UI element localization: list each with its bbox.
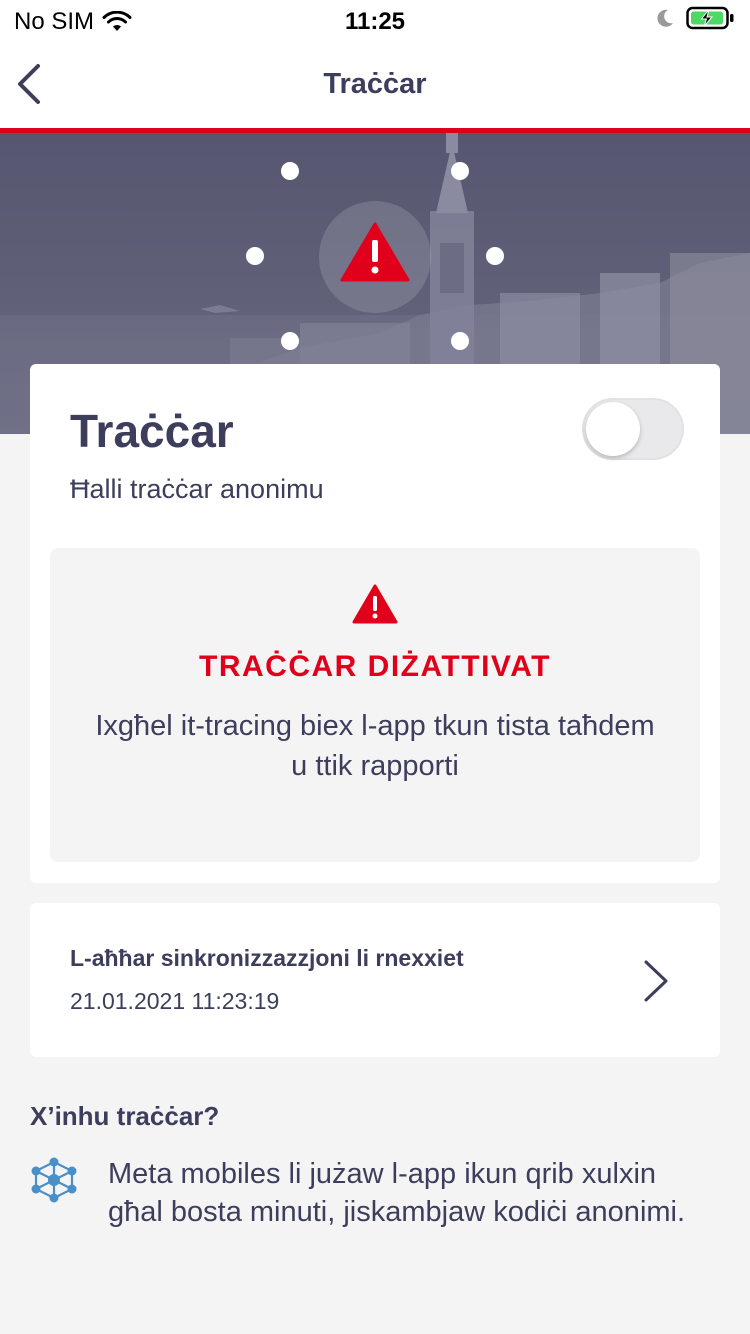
last-sync-card[interactable]: L-aħħar sinkronizzazzjoni li rnexxiet 21…: [30, 903, 720, 1057]
last-sync-label: L-aħħar sinkronizzazzjoni li rnexxiet: [70, 945, 464, 971]
hero-dot: [486, 247, 504, 265]
hero-dot: [246, 247, 264, 265]
tracing-toggle[interactable]: [582, 398, 684, 460]
warning-icon: [340, 222, 410, 282]
tracing-status-title: TRAĊĊAR DIŻATTIVAT: [199, 650, 551, 683]
warning-icon: [352, 584, 398, 624]
toggle-knob: [586, 402, 640, 456]
hero-dot: [281, 162, 299, 180]
hero-dot: [451, 162, 469, 180]
status-right: [654, 6, 736, 30]
tracing-status-box: TRAĊĊAR DIŻATTIVAT Ixgħel it-tracing bie…: [50, 548, 700, 862]
tracing-subtitle: Ħalli traċċar anonimu: [70, 474, 324, 504]
hero-dot: [451, 332, 469, 350]
status-time: 11:25: [344, 8, 406, 35]
info-heading: X’inhu traċċar?: [30, 1101, 220, 1131]
hero-dot: [281, 332, 299, 350]
tracing-card: Traċċar Ħalli traċċar anonimu TRAĊĊAR DI…: [30, 364, 720, 883]
chevron-right-icon: [644, 960, 668, 1002]
network-icon: [31, 1157, 77, 1203]
status-bar: No SIM 11:25: [0, 0, 750, 40]
tracing-title: Traċċar: [70, 405, 234, 457]
battery-charging-icon: [686, 6, 734, 30]
moon-icon: [657, 9, 673, 27]
navigation-bar: Traċċar: [0, 40, 750, 128]
last-sync-timestamp: 21.01.2021 11:23:19: [70, 988, 280, 1014]
tracing-status-description: Ixgħel it-tracing biex l-app tkun tista …: [95, 710, 655, 782]
info-text: Meta mobiles li jużaw l-app ikun qrib xu…: [108, 1158, 686, 1228]
page-title: Traċċar: [323, 68, 427, 100]
